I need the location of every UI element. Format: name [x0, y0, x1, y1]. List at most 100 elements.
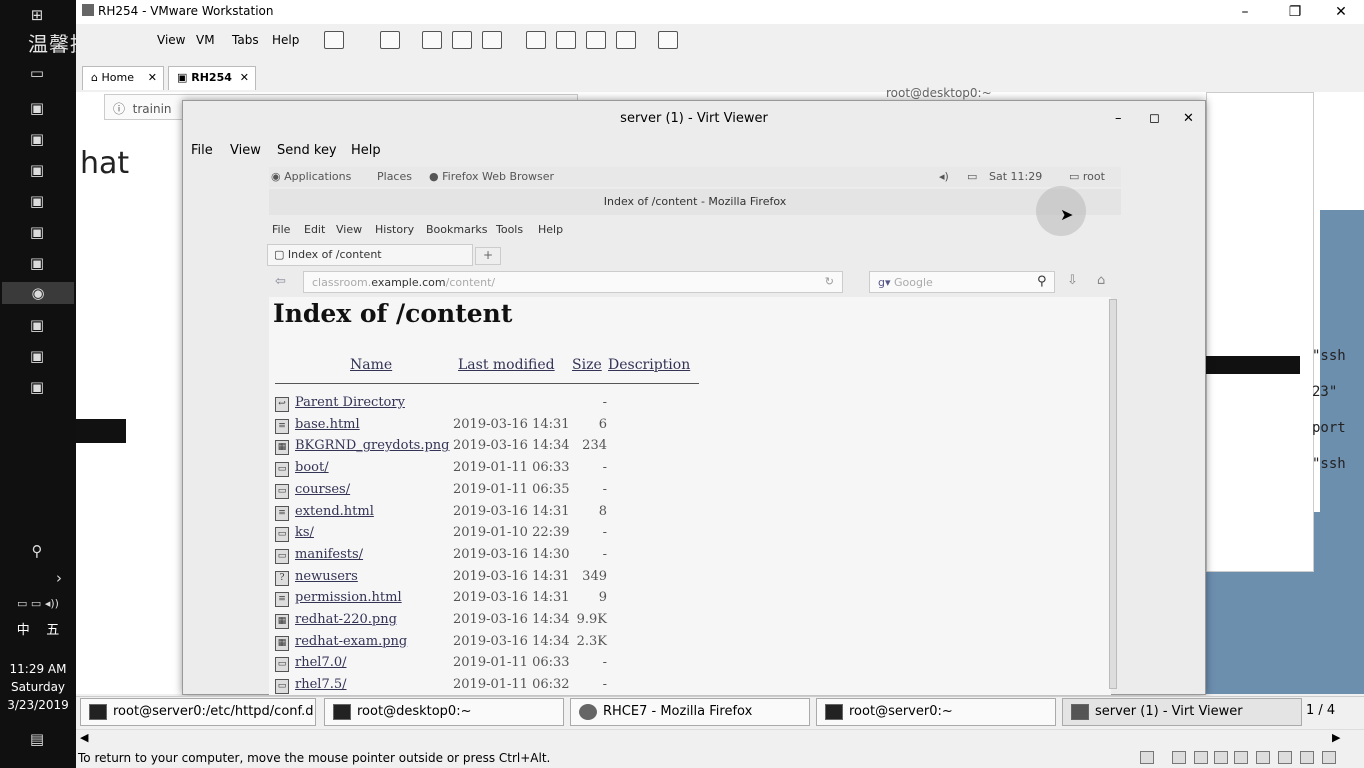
- new-tab-button[interactable]: +: [475, 247, 501, 265]
- ff-menu-view[interactable]: View: [336, 223, 362, 236]
- message-icon[interactable]: [1300, 751, 1314, 764]
- clock-time[interactable]: 11:29 AM: [0, 660, 76, 678]
- gnome-network-icon[interactable]: ▭: [967, 170, 977, 183]
- entry-link[interactable]: rhel7.0/: [295, 655, 347, 670]
- start-icon[interactable]: ⊞: [26, 4, 48, 26]
- workspace-pager[interactable]: 1 / 4: [1306, 703, 1335, 718]
- maximize-button[interactable]: ❐: [1272, 0, 1318, 24]
- entry-link[interactable]: boot/: [295, 460, 329, 475]
- entry-link[interactable]: courses/: [295, 482, 350, 497]
- entry-link[interactable]: base.html: [295, 417, 360, 432]
- column-size[interactable]: Size: [572, 357, 602, 373]
- app-icon-8[interactable]: ▣: [26, 345, 48, 367]
- tab-close-icon[interactable]: ✕: [148, 71, 157, 84]
- tray-icons[interactable]: ▭ ▭ ◂)): [4, 592, 72, 614]
- chevron-right-icon[interactable]: ›: [48, 567, 70, 589]
- app-icon-5[interactable]: ▣: [26, 221, 48, 243]
- url-bar[interactable]: classroom.example.com/content/ ↻: [303, 271, 843, 293]
- stretch-icon[interactable]: [1322, 751, 1336, 764]
- virt-close-button[interactable]: ✕: [1183, 101, 1194, 137]
- ff-menu-help[interactable]: Help: [538, 223, 563, 236]
- unity-icon[interactable]: [616, 31, 636, 49]
- task-terminal-server[interactable]: root@server0:~: [816, 698, 1056, 726]
- snapshot-manager-icon[interactable]: [482, 31, 502, 49]
- virt-menu-file[interactable]: File: [191, 143, 213, 158]
- console-view-icon[interactable]: [658, 31, 678, 49]
- gnome-user-menu[interactable]: ▭ root: [1069, 170, 1105, 183]
- ff-menu-tools[interactable]: Tools: [496, 223, 523, 236]
- entry-link[interactable]: Parent Directory: [295, 395, 405, 410]
- close-button[interactable]: ✕: [1318, 0, 1364, 24]
- horizontal-scrollbar[interactable]: ◀ ▶: [76, 729, 1364, 747]
- entry-link[interactable]: manifests/: [295, 547, 363, 562]
- entry-link[interactable]: rhel7.5/: [295, 677, 347, 692]
- app-icon-9[interactable]: ▣: [26, 376, 48, 398]
- virt-maximize-button[interactable]: ◻: [1149, 101, 1160, 137]
- tab-home[interactable]: ⌂ Home ✕: [82, 66, 164, 90]
- display-icon[interactable]: [1278, 751, 1292, 764]
- virt-menu-send-key[interactable]: Send key: [277, 143, 337, 158]
- task-terminal-server-httpd[interactable]: root@server0:/etc/httpd/conf.d: [80, 698, 316, 726]
- tab-close-icon[interactable]: ✕: [240, 71, 249, 84]
- vmware-taskbar-icon[interactable]: ◉: [2, 282, 74, 304]
- gnome-clock[interactable]: Sat 11:29: [989, 170, 1042, 183]
- menu-tabs[interactable]: Tabs: [232, 33, 259, 47]
- ime-indicator[interactable]: 中 五: [0, 622, 76, 640]
- entry-link[interactable]: newusers: [295, 569, 358, 584]
- column-last-modified[interactable]: Last modified: [458, 357, 555, 373]
- tab-rh254[interactable]: ▣ RH254 ✕: [168, 66, 256, 90]
- search-bar[interactable]: g▾ Google: [869, 271, 1055, 293]
- fullscreen-icon[interactable]: [586, 31, 606, 49]
- download-icon[interactable]: ⇩: [1067, 273, 1078, 288]
- app-icon-4[interactable]: ▣: [26, 190, 48, 212]
- printer-icon[interactable]: [1256, 751, 1270, 764]
- scroll-left-icon[interactable]: ◀: [80, 731, 88, 744]
- ff-menu-file[interactable]: File: [272, 223, 290, 236]
- gnome-volume-icon[interactable]: ◂): [939, 170, 949, 183]
- library-icon[interactable]: [526, 31, 546, 49]
- task-firefox[interactable]: RHCE7 - Mozilla Firefox: [570, 698, 810, 726]
- network-icon[interactable]: [1194, 751, 1208, 764]
- entry-link[interactable]: BKGRND_greydots.png: [295, 438, 450, 453]
- task-virt-viewer[interactable]: server (1) - Virt Viewer: [1062, 698, 1302, 726]
- gnome-active-app[interactable]: ● Firefox Web Browser: [429, 170, 554, 183]
- gnome-places-menu[interactable]: Places: [377, 170, 412, 183]
- cd-icon[interactable]: [1172, 751, 1186, 764]
- usb-icon[interactable]: [1214, 751, 1228, 764]
- ff-menu-edit[interactable]: Edit: [304, 223, 325, 236]
- virt-menu-help[interactable]: Help: [351, 143, 381, 158]
- people-icon[interactable]: ⚲: [26, 540, 48, 562]
- guest-terminal-window[interactable]: [1206, 92, 1314, 572]
- search-icon[interactable]: ⚲: [1037, 274, 1047, 289]
- thumbnail-icon[interactable]: [556, 31, 576, 49]
- pause-icon[interactable]: [324, 31, 344, 49]
- app-icon-1[interactable]: ▣: [26, 97, 48, 119]
- virt-minimize-button[interactable]: –: [1115, 101, 1122, 137]
- task-view-icon[interactable]: ▭: [26, 62, 48, 84]
- entry-link[interactable]: ks/: [295, 525, 314, 540]
- menu-vm[interactable]: VM: [196, 33, 215, 47]
- ff-menu-bookmarks[interactable]: Bookmarks: [426, 223, 487, 236]
- app-icon-6[interactable]: ▣: [26, 252, 48, 274]
- send-ctrl-alt-del-icon[interactable]: [380, 31, 400, 49]
- page-scrollbar[interactable]: [1109, 299, 1117, 689]
- menu-view[interactable]: View: [157, 33, 185, 47]
- menu-help[interactable]: Help: [272, 33, 299, 47]
- sound-icon[interactable]: [1234, 751, 1248, 764]
- column-name[interactable]: Name: [350, 357, 392, 373]
- minimize-button[interactable]: –: [1222, 0, 1268, 24]
- notification-icon[interactable]: ▤: [26, 728, 48, 750]
- app-icon-7[interactable]: ▣: [26, 314, 48, 336]
- hdd-icon[interactable]: [1140, 751, 1154, 764]
- entry-link[interactable]: redhat-220.png: [295, 612, 397, 627]
- task-terminal-desktop[interactable]: root@desktop0:~: [324, 698, 564, 726]
- entry-link[interactable]: extend.html: [295, 504, 374, 519]
- virt-menu-view[interactable]: View: [230, 143, 261, 158]
- ff-menu-history[interactable]: History: [375, 223, 414, 236]
- back-icon[interactable]: ⇦: [275, 274, 286, 289]
- app-icon-3[interactable]: ▣: [26, 159, 48, 181]
- entry-link[interactable]: permission.html: [295, 590, 402, 605]
- app-icon-2[interactable]: ▣: [26, 128, 48, 150]
- reload-icon[interactable]: ↻: [825, 275, 834, 288]
- ff-tab-index[interactable]: ▢ Index of /content: [267, 244, 473, 266]
